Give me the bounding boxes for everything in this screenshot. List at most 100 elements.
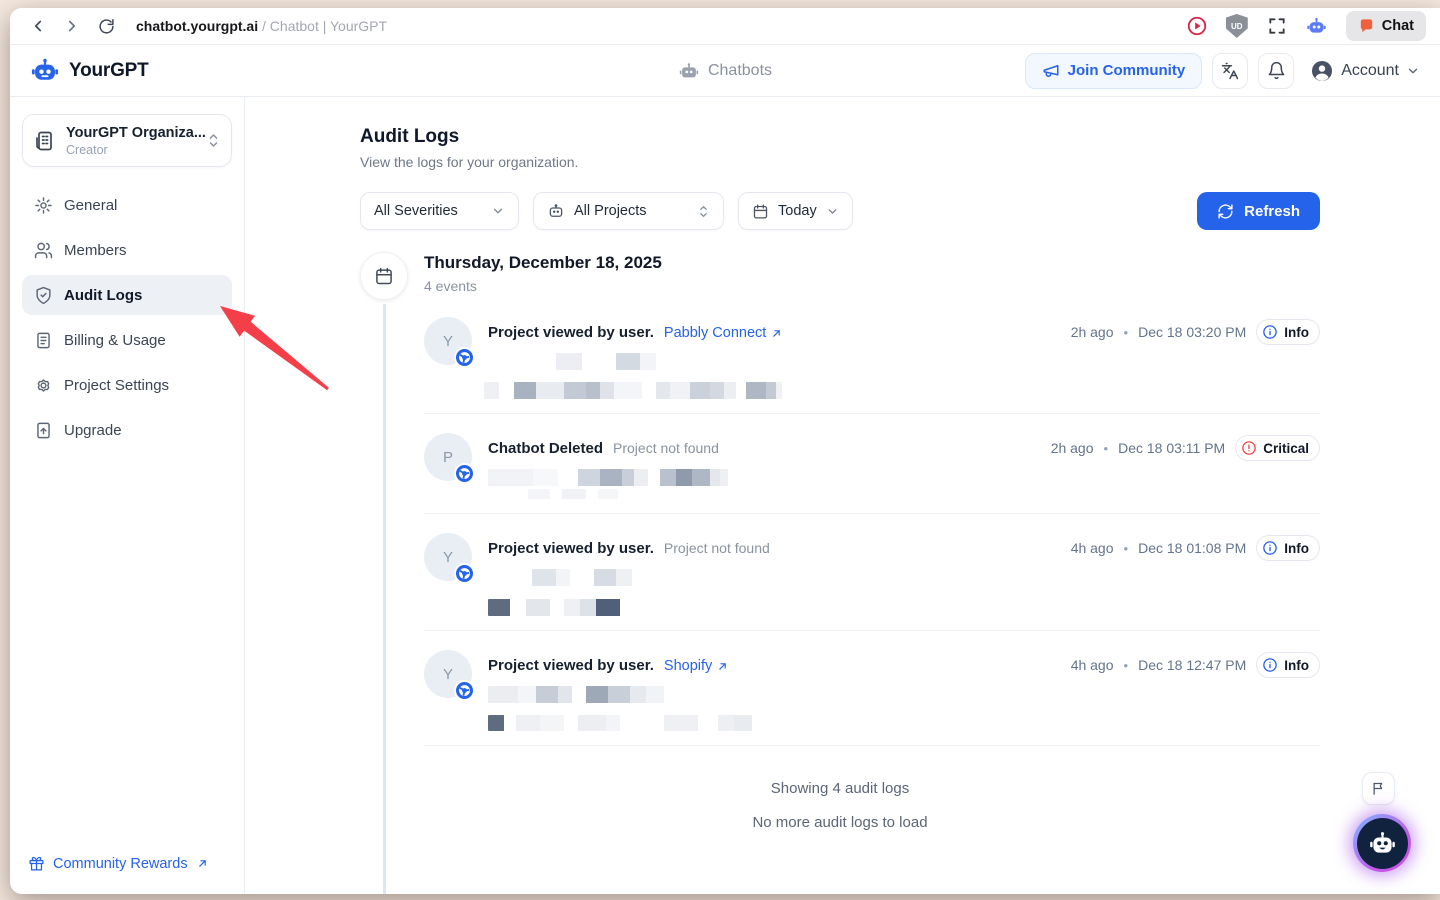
redacted-text [528, 489, 618, 499]
meta-separator: • [1104, 441, 1109, 456]
organization-role: Creator [66, 143, 197, 157]
avatar: P [424, 433, 472, 481]
event-title: Chatbot Deleted [488, 440, 603, 457]
settings-gear-icon [34, 376, 53, 395]
gear-icon [34, 196, 53, 215]
event-title: Project viewed by user. [488, 324, 654, 341]
date-filter[interactable]: Today [738, 192, 853, 230]
back-icon[interactable] [24, 12, 52, 40]
audit-log-row: Y Project viewed by user. Pabbly Connect [424, 298, 1320, 414]
megaphone-icon [1042, 62, 1060, 80]
redacted-text [484, 382, 782, 399]
info-icon [1262, 540, 1278, 556]
severity-badge: Info [1256, 535, 1320, 561]
page-subtitle: View the logs for your organization. [360, 154, 1320, 170]
event-project-link[interactable]: Pabbly Connect [664, 325, 783, 341]
audit-log-row: Y Project viewed by user. Shopify [424, 631, 1320, 746]
feedback-flag-button[interactable] [1362, 772, 1395, 805]
timeline-rail [383, 304, 386, 894]
join-community-button[interactable]: Join Community [1025, 53, 1203, 89]
severity-badge: Critical [1235, 435, 1320, 461]
chrome-source-icon [454, 347, 475, 368]
brand-name: YourGPT [69, 60, 149, 82]
severity-filter[interactable]: All Severities [360, 192, 519, 230]
adblock-extension-icon[interactable]: UD [1224, 13, 1250, 39]
severity-badge: Info [1256, 319, 1320, 345]
external-link-icon [716, 660, 729, 673]
chevrons-up-down-icon [697, 204, 710, 219]
meta-separator: • [1124, 325, 1129, 340]
event-time-ago: 4h ago [1071, 657, 1114, 673]
project-filter-value: All Projects [574, 203, 647, 219]
notifications-button[interactable] [1258, 53, 1294, 89]
record-extension-icon[interactable] [1184, 13, 1210, 39]
flag-icon [1371, 781, 1386, 796]
avatar: Y [424, 533, 472, 581]
robot-icon [1368, 829, 1397, 858]
app-header: YourGPT Chatbots Join Community Account [10, 45, 1440, 97]
audit-log-row: Y Project viewed by user. Project not fo… [424, 514, 1320, 631]
event-note: Project not found [613, 440, 719, 456]
date-filter-value: Today [778, 203, 817, 219]
nav-chatbots[interactable]: Chatbots [678, 60, 772, 82]
users-icon [34, 241, 53, 260]
chatbot-icon [547, 202, 565, 220]
chat-extension-button[interactable]: Chat [1346, 11, 1426, 41]
fullscreen-capture-icon[interactable] [1264, 13, 1290, 39]
organization-name: YourGPT Organiza... [66, 125, 206, 141]
sidebar-item-label: Billing & Usage [64, 332, 166, 349]
severity-filter-value: All Severities [374, 203, 458, 219]
sidebar-item-general[interactable]: General [22, 185, 232, 225]
avatar: Y [424, 650, 472, 698]
event-timestamp: Dec 18 03:11 PM [1118, 440, 1225, 456]
gift-icon [28, 855, 45, 872]
chatbot-widget-button[interactable] [1353, 814, 1411, 872]
organization-selector[interactable]: YourGPT Organiza... Creator [22, 114, 232, 167]
meta-separator: • [1124, 541, 1129, 556]
avatar: Y [424, 317, 472, 365]
chatbot-widget-circle [1357, 818, 1408, 869]
sidebar: YourGPT Organiza... Creator General Memb… [10, 97, 245, 894]
community-rewards-link[interactable]: Community Rewards [22, 847, 232, 880]
info-icon [1262, 324, 1278, 340]
chat-bubble-icon [1358, 18, 1375, 35]
refresh-icon [1217, 203, 1234, 220]
showing-count-text: Showing 4 audit logs [360, 780, 1320, 797]
refresh-button[interactable]: Refresh [1197, 192, 1320, 230]
refresh-label: Refresh [1244, 203, 1300, 220]
event-timestamp: Dec 18 12:47 PM [1138, 657, 1246, 673]
brand-logo[interactable]: YourGPT [30, 57, 149, 85]
sidebar-item-audit-logs[interactable]: Audit Logs [22, 275, 232, 315]
chrome-source-icon [454, 563, 475, 584]
event-project-link[interactable]: Shopify [664, 658, 729, 674]
shield-check-icon [34, 286, 53, 305]
browser-toolbar: chatbot.yourgpt.ai / Chatbot | YourGPT U… [10, 8, 1440, 45]
url-bar[interactable]: chatbot.yourgpt.ai / Chatbot | YourGPT [136, 18, 387, 34]
meta-separator: • [1124, 658, 1129, 673]
sidebar-item-members[interactable]: Members [22, 230, 232, 270]
event-note: Project not found [664, 540, 770, 556]
chevron-down-icon [491, 204, 505, 218]
yourgpt-extension-icon[interactable] [1304, 13, 1330, 39]
url-host: chatbot.yourgpt.ai [136, 18, 258, 34]
info-icon [1262, 657, 1278, 673]
billing-document-icon [34, 331, 53, 350]
sidebar-item-billing-usage[interactable]: Billing & Usage [22, 320, 232, 360]
reload-icon[interactable] [92, 12, 120, 40]
translate-button[interactable] [1212, 53, 1248, 89]
organization-icon [33, 129, 57, 153]
nav-chatbots-label: Chatbots [708, 62, 772, 80]
redacted-text [488, 715, 788, 731]
event-time-ago: 2h ago [1071, 324, 1114, 340]
join-community-label: Join Community [1068, 62, 1186, 79]
chat-label: Chat [1382, 18, 1414, 34]
sidebar-item-label: Upgrade [64, 422, 122, 439]
project-filter[interactable]: All Projects [533, 192, 724, 230]
sidebar-item-upgrade[interactable]: Upgrade [22, 410, 232, 450]
event-title: Project viewed by user. [488, 657, 654, 674]
account-menu[interactable]: Account [1310, 59, 1420, 83]
no-more-logs-text: No more audit logs to load [360, 814, 1320, 831]
forward-icon[interactable] [58, 12, 86, 40]
account-label: Account [1341, 62, 1399, 80]
sidebar-item-project-settings[interactable]: Project Settings [22, 365, 232, 405]
